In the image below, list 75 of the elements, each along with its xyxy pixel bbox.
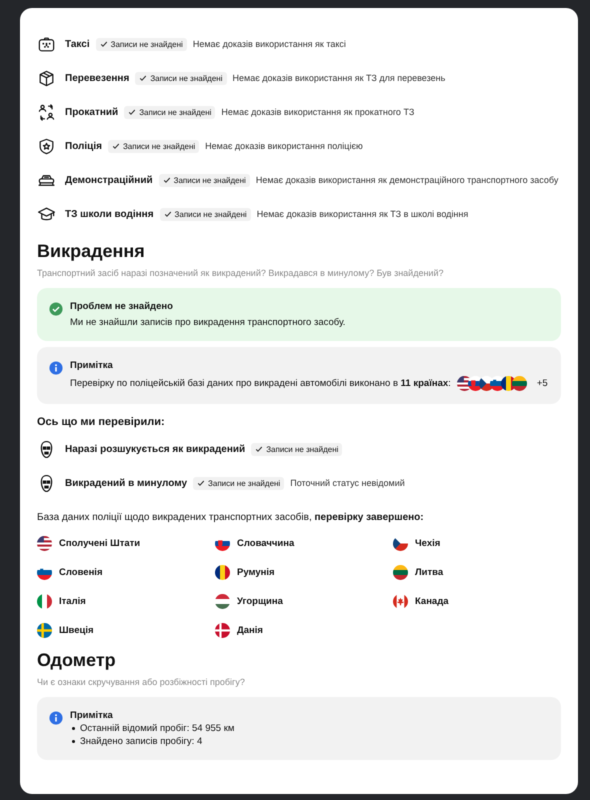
country-name: Словаччина bbox=[237, 538, 294, 548]
country-name: Швеція bbox=[59, 624, 94, 636]
usage-label: ТЗ школи водіння bbox=[65, 208, 154, 220]
info-icon bbox=[49, 361, 63, 375]
bullet-icon bbox=[72, 740, 75, 743]
country-name: Чехія bbox=[415, 538, 440, 548]
badge-text: Записи не знайдені bbox=[174, 210, 247, 218]
odometer-fact: Останній відомий пробіг: 54 955 км bbox=[80, 723, 234, 734]
country-name: Словенія bbox=[59, 566, 102, 578]
check-icon bbox=[164, 210, 172, 218]
canada-flag-icon bbox=[393, 594, 408, 608]
country-name: Литва bbox=[415, 566, 444, 578]
country-name: Угорщина bbox=[237, 596, 283, 606]
usage-label: Демонстраційний bbox=[65, 174, 153, 186]
notice-text: Ми не знайшли записів про викрадення транспортного засобу. bbox=[70, 317, 346, 328]
badge-text: Записи не знайдені bbox=[266, 444, 338, 454]
people-swap-icon bbox=[37, 102, 56, 122]
badge-text: Записи не знайдені bbox=[174, 176, 246, 184]
section-title: Викрадення bbox=[37, 241, 146, 262]
badge-text: Записи не знайдені bbox=[208, 478, 280, 488]
usage-description: Немає доказів використання як ТЗ в школі водіння bbox=[256, 209, 468, 219]
usage-label: Поліція bbox=[65, 140, 102, 152]
badge-text: Записи не знайдені bbox=[122, 142, 196, 150]
romania-flag-icon bbox=[215, 564, 230, 580]
notice-title: Примітка bbox=[70, 710, 114, 721]
country-name: Канада bbox=[415, 596, 449, 606]
italy-flag-icon bbox=[37, 594, 52, 608]
database-text: База даних поліції щодо викрадених транспортних засобів, перевірку завершено: bbox=[37, 512, 425, 523]
check-label: Наразі розшукується як викрадений bbox=[65, 444, 246, 454]
country-name: Румунія bbox=[237, 566, 275, 578]
denmark-flag-icon bbox=[215, 622, 230, 638]
badge-text: Записи не знайдені bbox=[139, 108, 212, 116]
usage-description: Немає доказів використання як демонстраційного транспортного засобу bbox=[256, 175, 558, 185]
shield-star-icon bbox=[37, 136, 56, 156]
success-check-icon bbox=[49, 302, 63, 316]
usage-description: Немає доказів використання як таксі bbox=[192, 39, 346, 49]
odometer-fact: Знайдено записів пробігу: 4 bbox=[80, 736, 202, 747]
notice-text: Перевірку по поліцейській базі даних про викрадені автомобілі виконано в 11 країнах: bbox=[70, 378, 451, 389]
check-icon bbox=[128, 108, 136, 116]
checked-title: Ось що ми перевірили: bbox=[37, 416, 166, 428]
hungary-flag-icon bbox=[215, 594, 230, 608]
taxi-sign-icon bbox=[37, 34, 56, 54]
info-icon bbox=[49, 711, 63, 725]
badge-text: Записи не знайдені bbox=[110, 40, 183, 48]
usage-description: Немає доказів використання як прокатного ТЗ bbox=[221, 107, 414, 117]
usage-label: Прокатний bbox=[65, 106, 118, 118]
country-name: Сполучені Штати bbox=[59, 538, 140, 548]
bullet-icon bbox=[72, 727, 75, 730]
check-icon bbox=[139, 74, 148, 82]
check-icon bbox=[112, 142, 120, 150]
check-icon bbox=[197, 479, 206, 487]
check-icon bbox=[255, 445, 264, 453]
usage-description: Немає доказів використання поліцією bbox=[205, 141, 363, 151]
check-description: Поточний статус невідомий bbox=[290, 478, 405, 488]
usage-label: Таксі bbox=[65, 38, 90, 50]
sweden-flag-icon bbox=[37, 622, 52, 638]
country-name: Данія bbox=[237, 624, 263, 636]
lithuania-flag-icon bbox=[512, 376, 527, 391]
usage-description: Немає доказів використання як ТЗ для перевезень bbox=[232, 73, 446, 83]
lithuania-flag-icon bbox=[393, 564, 408, 580]
section-subtitle: Чи є ознаки скручування або розбіжності пробігу? bbox=[37, 677, 246, 687]
notice-title: Проблем не знайдено bbox=[70, 301, 174, 312]
check-icon bbox=[162, 176, 171, 184]
section-subtitle: Транспортний засіб наразі позначений як викрадений? Викрадався в минулому? Був знайдений? bbox=[37, 268, 444, 278]
usage-label: Перевезення bbox=[65, 72, 130, 84]
check-icon bbox=[100, 40, 108, 48]
badge-text: Записи не знайдені bbox=[150, 74, 222, 82]
us-flag-icon bbox=[37, 536, 52, 550]
country-name: Італія bbox=[59, 596, 86, 606]
czech-flag-icon bbox=[393, 536, 408, 550]
notice-title: Примітка bbox=[70, 360, 114, 371]
check-label: Викрадений в минулому bbox=[65, 478, 188, 488]
more-count: +5 bbox=[536, 378, 548, 389]
box-icon bbox=[37, 68, 56, 88]
section-title: Одометр bbox=[37, 650, 117, 671]
